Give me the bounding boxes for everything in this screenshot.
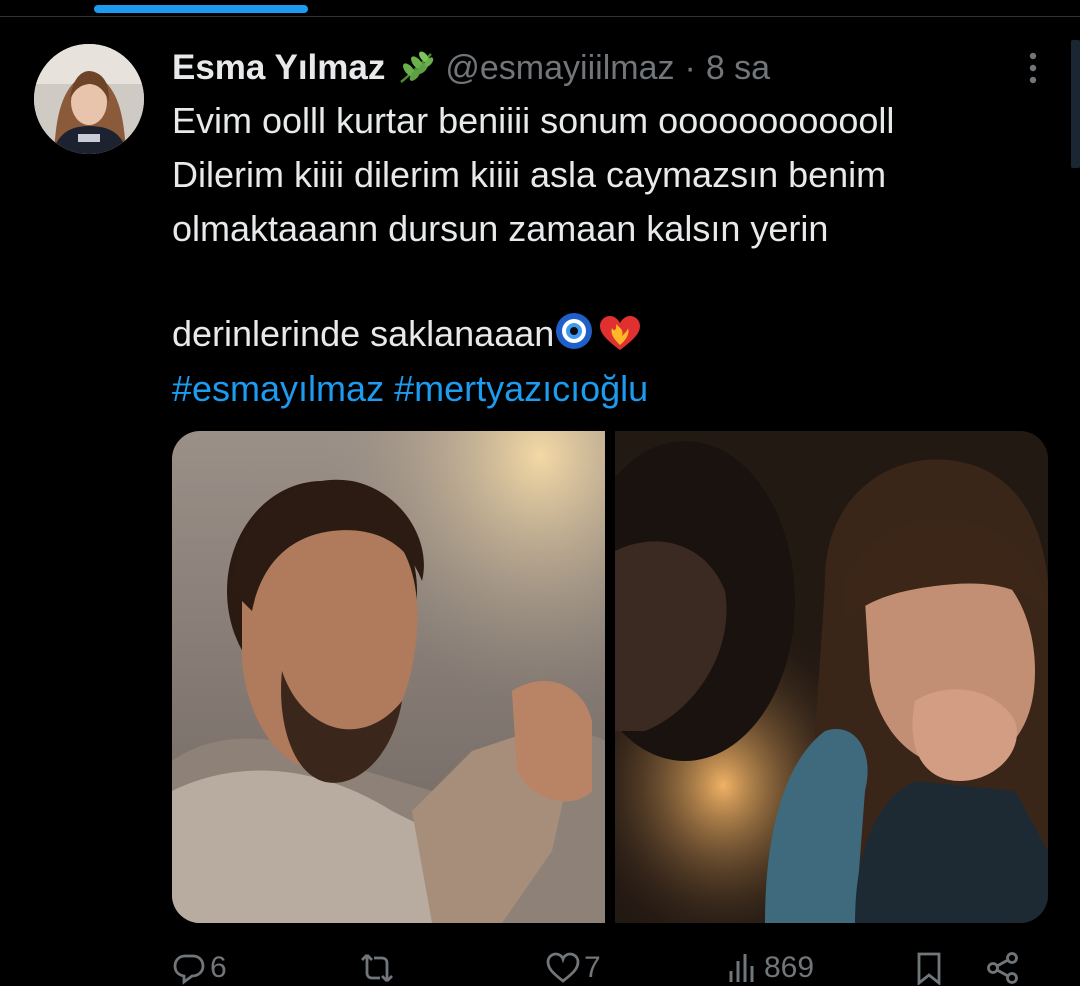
views-button[interactable]: 869: [726, 950, 814, 986]
divider: [0, 16, 1080, 17]
author-handle[interactable]: @esmayiiilmaz: [445, 49, 674, 88]
nazar-heart-emojis: [554, 256, 642, 367]
share-icon: [987, 952, 1018, 984]
tweet-header: Esma Yılmaz @esmayiiilmaz · 8 sa: [172, 46, 1032, 90]
reply-button[interactable]: 6: [172, 950, 227, 986]
like-count: 7: [584, 951, 601, 984]
author-name[interactable]: Esma Yılmaz: [172, 48, 385, 88]
retweet-icon: [361, 954, 393, 982]
media-photo-man[interactable]: [172, 431, 605, 923]
active-tab-indicator: [94, 5, 308, 13]
media-grid: [172, 431, 1048, 923]
reply-count: 6: [210, 951, 227, 984]
views-chart-icon: [729, 954, 754, 982]
separator-dot: ·: [684, 48, 696, 87]
action-bar: 6 7 869: [172, 950, 1032, 986]
scrollbar-thumb[interactable]: [1071, 40, 1080, 168]
hashtag-row: #esmayılmaz #mertyazıcıoğlu: [172, 362, 648, 416]
bookmark-icon: [917, 952, 941, 985]
hashtag-link[interactable]: #mertyazıcıoğlu: [394, 368, 648, 409]
herb-badge-icon: [397, 50, 435, 86]
like-button[interactable]: 7: [546, 950, 601, 986]
more-options-icon[interactable]: [1026, 50, 1040, 86]
media-photo-woman[interactable]: [615, 431, 1048, 923]
tweet-text: Evim oolll kurtar beniiii sonum oooooooo…: [172, 94, 1052, 367]
bookmark-button[interactable]: [912, 950, 950, 986]
share-button[interactable]: [986, 950, 1024, 986]
emoji-icons: [556, 313, 641, 350]
avatar-image: [34, 44, 144, 154]
tweet-timestamp[interactable]: 8 sa: [706, 49, 770, 88]
avatar[interactable]: [34, 44, 144, 154]
views-count: 869: [764, 951, 815, 984]
tweet-body: Evim oolll kurtar beniiii sonum oooooooo…: [172, 100, 895, 354]
reply-icon: [173, 954, 205, 985]
photo-woman-image: [615, 431, 1048, 923]
photo-man-image: [172, 431, 605, 923]
retweet-button[interactable]: [360, 950, 398, 986]
heart-icon: [546, 952, 580, 983]
hashtag-link[interactable]: #esmayılmaz: [172, 368, 384, 409]
